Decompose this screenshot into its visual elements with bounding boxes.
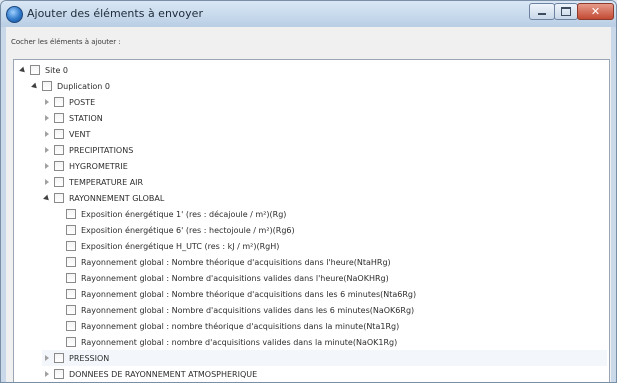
tree-leaf-label: Rayonnement global : Nombre d'acquisitio… bbox=[81, 305, 415, 315]
dialog-window: Ajouter des éléments à envoyer ✕ Cocher … bbox=[0, 0, 617, 383]
tree-node-label: STATION bbox=[69, 113, 103, 123]
tree-node-category[interactable]: PRECIPITATIONS bbox=[42, 142, 133, 158]
tree-checkbox[interactable] bbox=[66, 225, 76, 235]
tree-checkbox[interactable] bbox=[54, 97, 64, 107]
tree-node-category[interactable]: VENT bbox=[42, 126, 90, 142]
tree-leaf-item[interactable]: Rayonnement global : Nombre d'acquisitio… bbox=[66, 302, 414, 318]
tree-checkbox[interactable] bbox=[66, 241, 76, 251]
tree-leaf-item[interactable]: Exposition énergétique H_UTC (res : kJ /… bbox=[66, 238, 279, 254]
tree-node-category[interactable]: STATION bbox=[42, 110, 103, 126]
minimize-icon bbox=[538, 13, 546, 15]
window-title: Ajouter des éléments à envoyer bbox=[27, 7, 203, 20]
tree-checkbox[interactable] bbox=[54, 161, 64, 171]
expanded-triangle-icon[interactable] bbox=[18, 66, 27, 75]
tree-checkbox[interactable] bbox=[54, 177, 64, 187]
minimize-button[interactable] bbox=[529, 3, 555, 20]
close-icon: ✕ bbox=[590, 5, 601, 18]
tree-leaf-label: Rayonnement global : nombre d'acquisitio… bbox=[81, 337, 398, 347]
tree-checkbox[interactable] bbox=[54, 353, 64, 363]
title-bar[interactable]: Ajouter des éléments à envoyer ✕ bbox=[1, 1, 616, 27]
tree-node-label: RAYONNEMENT GLOBAL bbox=[69, 193, 165, 203]
expanded-triangle-icon[interactable] bbox=[42, 194, 51, 203]
tree-node-label: Site 0 bbox=[45, 65, 68, 75]
tree-node-category[interactable]: HYGROMETRIE bbox=[42, 158, 128, 174]
tree-checkbox[interactable] bbox=[66, 273, 76, 283]
element-tree[interactable]: Site 0 Duplication 0 POSTE STATION VENT … bbox=[13, 59, 610, 382]
collapsed-triangle-icon[interactable] bbox=[42, 162, 51, 171]
tree-leaf-label: Exposition énergétique 6' (res : hectojo… bbox=[81, 225, 295, 235]
tree-leaf-item[interactable]: Rayonnement global : nombre d'acquisitio… bbox=[66, 334, 397, 350]
tree-checkbox[interactable] bbox=[66, 257, 76, 267]
tree-node-label: PRECIPITATIONS bbox=[69, 145, 134, 155]
tree-node-site[interactable]: Site 0 bbox=[18, 62, 68, 78]
tree-node-label: DONNEES DE RAYONNEMENT ATMOSPHERIQUE bbox=[69, 369, 258, 379]
tree-leaf-item[interactable]: Rayonnement global : Nombre d'acquisitio… bbox=[66, 270, 389, 286]
tree-node-duplication[interactable]: Duplication 0 bbox=[30, 78, 110, 94]
tree-checkbox[interactable] bbox=[54, 113, 64, 123]
tree-leaf-label: Exposition énergétique 1' (res : décajou… bbox=[81, 209, 287, 219]
tree-leaf-item[interactable]: Rayonnement global : Nombre théorique d'… bbox=[66, 286, 416, 302]
tree-node-category[interactable]: POSTE bbox=[42, 94, 95, 110]
tree-leaf-item[interactable]: Rayonnement global : nombre théorique d'… bbox=[66, 318, 399, 334]
expanded-triangle-icon[interactable] bbox=[30, 82, 39, 91]
tree-node-label: Duplication 0 bbox=[57, 81, 111, 91]
tree-node-category[interactable]: DONNEES DE RAYONNEMENT ATMOSPHERIQUE bbox=[42, 366, 257, 382]
tree-checkbox[interactable] bbox=[66, 289, 76, 299]
tree-leaf-item[interactable]: Exposition énergétique 1' (res : décajou… bbox=[66, 206, 286, 222]
tree-leaf-label: Rayonnement global : Nombre théorique d'… bbox=[81, 289, 417, 299]
tree-node-category[interactable]: TEMPERATURE AIR bbox=[42, 174, 143, 190]
collapsed-triangle-icon[interactable] bbox=[42, 98, 51, 107]
tree-checkbox[interactable] bbox=[54, 129, 64, 139]
close-button[interactable]: ✕ bbox=[577, 3, 614, 20]
tree-leaf-label: Rayonnement global : Nombre théorique d'… bbox=[81, 257, 391, 267]
tree-checkbox[interactable] bbox=[54, 369, 64, 379]
tree-leaf-item[interactable]: Rayonnement global : Nombre théorique d'… bbox=[66, 254, 391, 270]
tree-checkbox[interactable] bbox=[66, 321, 76, 331]
tree-leaf-item[interactable]: Exposition énergétique 6' (res : hectojo… bbox=[66, 222, 295, 238]
collapsed-triangle-icon[interactable] bbox=[42, 130, 51, 139]
app-globe-icon bbox=[6, 6, 23, 23]
maximize-icon bbox=[561, 7, 571, 16]
tree-node-label: HYGROMETRIE bbox=[69, 161, 128, 171]
tree-leaf-label: Rayonnement global : nombre théorique d'… bbox=[81, 321, 400, 331]
tree-node-label: VENT bbox=[69, 129, 91, 139]
tree-checkbox[interactable] bbox=[42, 81, 52, 91]
tree-leaf-label: Exposition énergétique H_UTC (res : kJ /… bbox=[81, 241, 280, 251]
collapsed-triangle-icon[interactable] bbox=[42, 354, 51, 363]
tree-node-label: PRESSION bbox=[69, 353, 110, 363]
tree-checkbox[interactable] bbox=[66, 209, 76, 219]
tree-checkbox[interactable] bbox=[30, 65, 40, 75]
maximize-button[interactable] bbox=[554, 3, 578, 20]
tree-node-category[interactable]: PRESSION bbox=[42, 350, 607, 366]
tree-checkbox[interactable] bbox=[66, 305, 76, 315]
collapsed-triangle-icon[interactable] bbox=[42, 114, 51, 123]
tree-checkbox[interactable] bbox=[66, 337, 76, 347]
tree-checkbox[interactable] bbox=[54, 193, 64, 203]
dialog-content: Cocher les éléments à ajouter : Site 0 D… bbox=[6, 27, 611, 382]
tree-node-label: TEMPERATURE AIR bbox=[69, 177, 144, 187]
tree-leaf-label: Rayonnement global : Nombre d'acquisitio… bbox=[81, 273, 389, 283]
collapsed-triangle-icon[interactable] bbox=[42, 146, 51, 155]
collapsed-triangle-icon[interactable] bbox=[42, 178, 51, 187]
instruction-label: Cocher les éléments à ajouter : bbox=[11, 38, 121, 46]
tree-checkbox[interactable] bbox=[54, 145, 64, 155]
collapsed-triangle-icon[interactable] bbox=[42, 370, 51, 379]
tree-node-category[interactable]: RAYONNEMENT GLOBAL bbox=[42, 190, 164, 206]
tree-node-label: POSTE bbox=[69, 97, 96, 107]
